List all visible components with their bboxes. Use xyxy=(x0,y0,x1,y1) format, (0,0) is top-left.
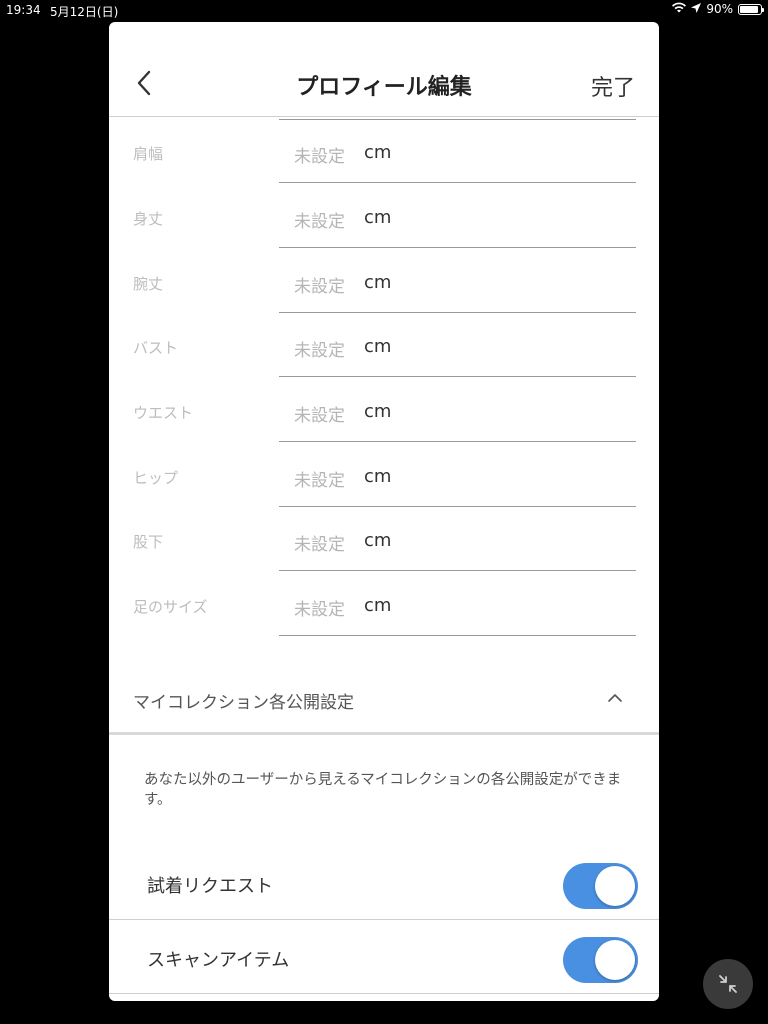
field-input[interactable]: 未設定 xyxy=(294,336,345,361)
field-input[interactable]: 未設定 xyxy=(294,595,345,620)
field-unit: cm xyxy=(364,401,392,422)
done-button[interactable]: 完了 xyxy=(591,70,635,102)
field-unit: cm xyxy=(364,336,392,357)
page-title: プロフィール編集 xyxy=(296,75,472,100)
section-description: あなた以外のユーザーから見えるマイコレクションの各公開設定ができます。 xyxy=(144,772,622,808)
section-title: マイコレクション各公開設定 xyxy=(133,693,354,713)
wifi-icon xyxy=(672,2,687,16)
field-row-inseam: 股下 未設定 cm xyxy=(109,506,659,571)
field-input[interactable]: 未設定 xyxy=(294,401,345,426)
field-unit: cm xyxy=(364,466,392,487)
scroll-content[interactable]: 肩幅 未設定 cm 身丈 未設定 cm 腕丈 未設定 cm バスト 未設定 cm… xyxy=(109,118,659,1001)
field-row-sleeve: 腕丈 未設定 cm xyxy=(109,248,659,313)
field-unit: cm xyxy=(364,207,392,228)
row-divider xyxy=(109,993,659,994)
field-label: 股下 xyxy=(133,533,164,551)
battery-percent: 90% xyxy=(706,2,733,16)
field-input[interactable]: 未設定 xyxy=(294,142,345,167)
field-input[interactable]: 未設定 xyxy=(294,207,345,232)
field-row-hip: ヒップ 未設定 cm xyxy=(109,442,659,507)
scan-item-toggle[interactable] xyxy=(563,937,638,983)
field-label: 身丈 xyxy=(133,210,164,228)
location-icon xyxy=(691,2,702,16)
toggle-label: 試着リクエスト xyxy=(147,876,273,897)
field-label: 肩幅 xyxy=(133,145,164,163)
field-unit: cm xyxy=(364,595,392,616)
try-on-request-toggle[interactable] xyxy=(563,863,638,909)
collection-section-header[interactable]: マイコレクション各公開設定 xyxy=(109,670,659,732)
battery-icon xyxy=(738,3,764,15)
chevron-up-icon xyxy=(607,688,623,707)
collapse-arrows-icon xyxy=(719,975,737,993)
toggle-label: スキャンアイテム xyxy=(147,950,290,971)
field-row-shoulder: 肩幅 未設定 cm xyxy=(109,118,659,183)
field-label: ウエスト xyxy=(133,404,194,422)
field-unit: cm xyxy=(364,272,392,293)
toggle-knob xyxy=(595,866,635,906)
status-date: 5月12日(日) xyxy=(50,5,119,19)
status-right: 90% xyxy=(672,2,764,16)
field-unit: cm xyxy=(364,530,392,551)
field-row-waist: ウエスト 未設定 cm xyxy=(109,377,659,442)
toggle-row-try-on-request: 試着リクエスト xyxy=(109,846,659,920)
profile-edit-sheet: プロフィール編集 完了 肩幅 未設定 cm 身丈 未設定 cm 腕丈 未設定 c… xyxy=(109,22,659,1001)
toggle-row-scan-item: スキャンアイテム xyxy=(109,920,659,994)
field-label: 足のサイズ xyxy=(133,598,208,616)
field-input[interactable]: 未設定 xyxy=(294,466,345,491)
field-input[interactable]: 未設定 xyxy=(294,530,345,555)
field-row-foot-size: 足のサイズ 未設定 cm xyxy=(109,571,659,636)
status-time: 19:34 xyxy=(6,3,41,17)
field-row-length: 身丈 未設定 cm xyxy=(109,183,659,248)
section-divider xyxy=(109,732,659,735)
field-unit: cm xyxy=(364,142,392,163)
field-row-bust: バスト 未設定 cm xyxy=(109,312,659,377)
status-bar: 19:34 5月12日(日) 90% xyxy=(0,0,768,20)
field-label: ヒップ xyxy=(133,469,179,487)
field-underline xyxy=(279,635,636,636)
collapse-button[interactable] xyxy=(703,959,753,1009)
field-input[interactable]: 未設定 xyxy=(294,272,345,297)
nav-bar: プロフィール編集 完了 xyxy=(109,22,659,117)
toggle-knob xyxy=(595,940,635,980)
field-label: 腕丈 xyxy=(133,275,164,293)
field-label: バスト xyxy=(133,339,179,357)
